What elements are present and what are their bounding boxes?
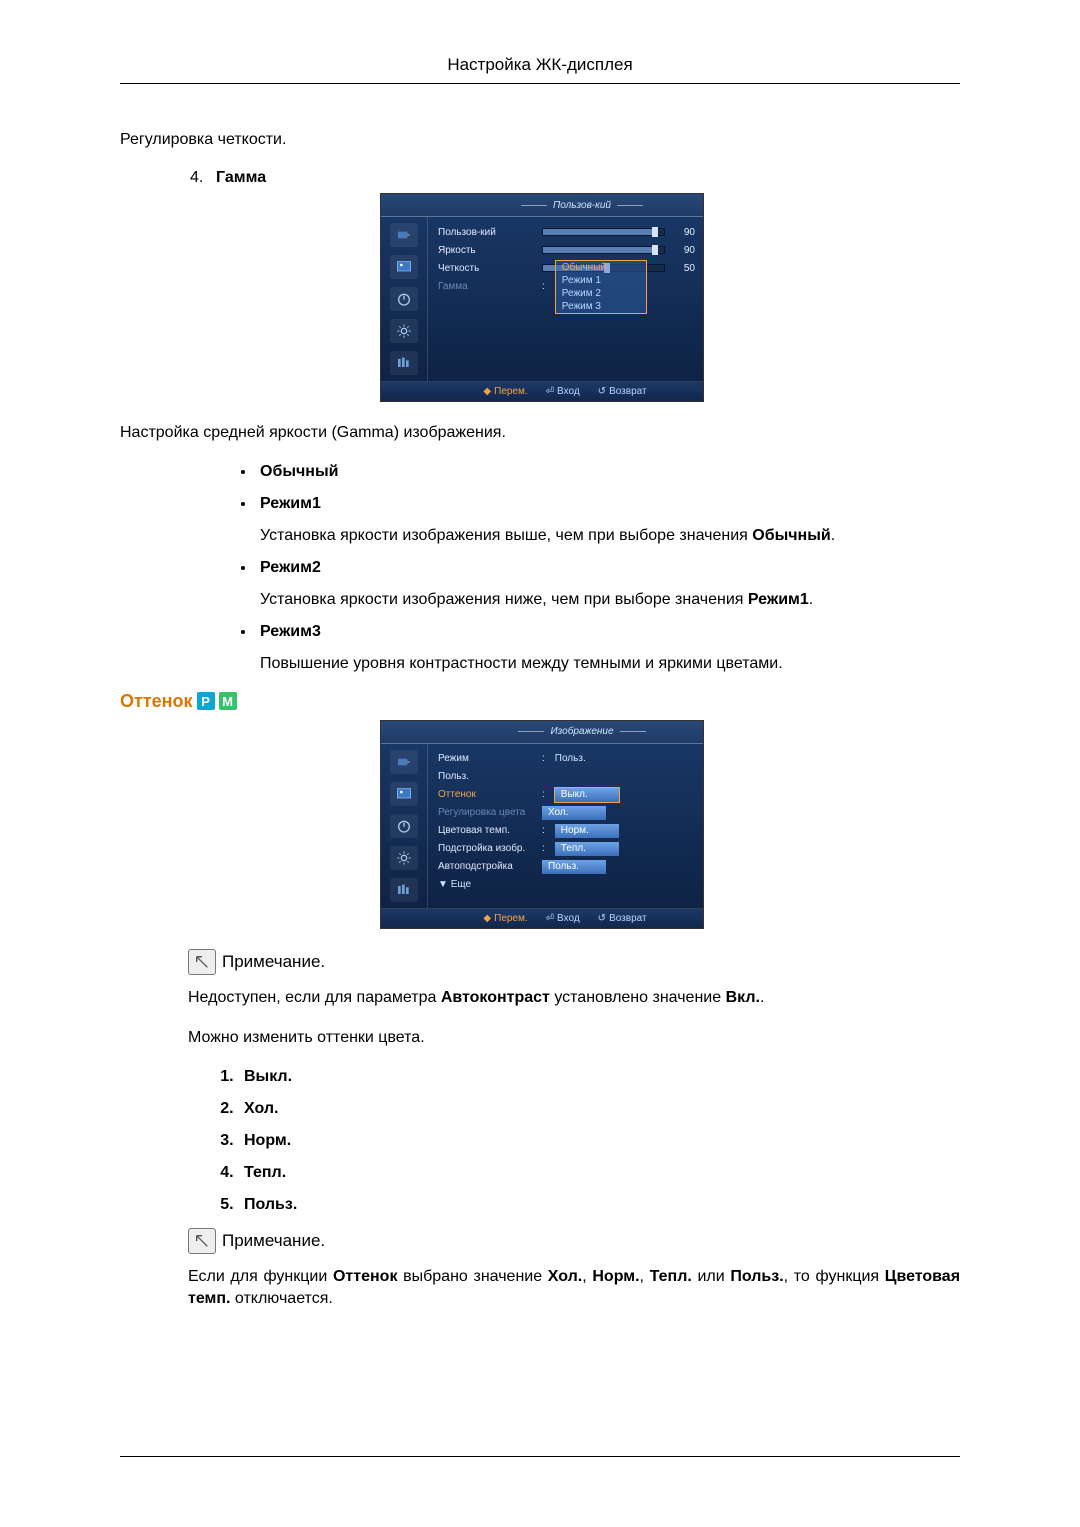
footer-return: ↺Возврат bbox=[598, 913, 647, 924]
list-item: Польз. bbox=[238, 1196, 960, 1214]
osd-row-gamma[interactable]: Гамма : Обычный Режим 1 Режим 2 Режим 3 bbox=[438, 277, 695, 295]
osd-row: Польз. bbox=[438, 768, 695, 786]
osd-label: Яркость bbox=[438, 245, 536, 256]
note-heading: Примечание. bbox=[188, 949, 960, 975]
osd-gamma-panel: Пользов-кий Пользов-кий 90 Яркость bbox=[380, 193, 704, 402]
osd-row: Регулировка цвета Хол. bbox=[438, 804, 695, 822]
footer-rule bbox=[120, 1456, 960, 1457]
item-4: 4. Гамма bbox=[190, 169, 960, 187]
source-list-icon bbox=[390, 351, 418, 375]
select-box[interactable]: Хол. bbox=[542, 806, 606, 820]
source-list-icon bbox=[390, 878, 418, 902]
select-box[interactable]: Тепл. bbox=[555, 842, 619, 856]
list-item: Выкл. bbox=[238, 1068, 960, 1086]
osd-label: Оттенок bbox=[438, 789, 536, 800]
osd-title: Изображение bbox=[501, 726, 663, 737]
note-heading-2: Примечание. bbox=[188, 1228, 960, 1254]
picture-icon bbox=[390, 255, 418, 279]
osd-footer: ◆Перем. ⏎Вход ↺Возврат bbox=[381, 381, 703, 401]
list-item: Режим2 Установка яркости изображения ниж… bbox=[256, 559, 960, 609]
osd-row: Автоподстройка Польз. bbox=[438, 858, 695, 876]
timer-icon bbox=[390, 814, 418, 838]
dropdown-option[interactable]: Режим 3 bbox=[556, 300, 646, 313]
osd-label: Автоподстройка bbox=[438, 861, 536, 872]
list-item: Норм. bbox=[238, 1132, 960, 1150]
tone-section-title: Оттенок P M bbox=[120, 691, 960, 712]
osd-label: Четкость bbox=[438, 263, 536, 274]
badge-m: M bbox=[219, 692, 237, 710]
slider[interactable] bbox=[542, 246, 665, 254]
osd-value: Польз. bbox=[555, 753, 586, 764]
osd-label: Режим bbox=[438, 753, 536, 764]
mode2-desc: Установка яркости изображения ниже, чем … bbox=[260, 591, 960, 609]
gamma-mode-list: Обычный Режим1 Установка яркости изображ… bbox=[120, 463, 960, 673]
list-item: Режим1 Установка яркости изображения выш… bbox=[256, 495, 960, 545]
osd-row-custom: Пользов-кий 90 bbox=[438, 223, 695, 241]
gamma-desc: Настройка средней яркости (Gamma) изобра… bbox=[120, 422, 960, 444]
osd-sidebar bbox=[381, 217, 428, 381]
slider-value: 90 bbox=[677, 245, 695, 256]
tone-selected[interactable]: Выкл. bbox=[555, 788, 619, 802]
timer-icon bbox=[390, 287, 418, 311]
slider[interactable] bbox=[542, 228, 665, 236]
slider-value: 50 bbox=[677, 263, 695, 274]
list-item: Тепл. bbox=[238, 1164, 960, 1182]
footer-return: ↺Возврат bbox=[598, 386, 647, 397]
osd-titlebar: Пользов-кий bbox=[381, 194, 703, 217]
badge-p: P bbox=[197, 692, 215, 710]
osd-label: Пользов-кий bbox=[438, 227, 536, 238]
note-text-2: Если для функции Оттенок выбрано значени… bbox=[188, 1266, 960, 1311]
osd-footer: ◆Перем. ⏎Вход ↺Возврат bbox=[381, 908, 703, 928]
osd-row: Режим : Польз. bbox=[438, 750, 695, 768]
osd-label: Цветовая темп. bbox=[438, 825, 536, 836]
osd-sidebar bbox=[381, 744, 428, 908]
dropdown-option[interactable]: Режим 2 bbox=[556, 287, 646, 300]
footer-enter: ⏎Вход bbox=[546, 386, 580, 397]
osd-more[interactable]: ▼ Еще bbox=[438, 876, 695, 894]
osd-row-tone[interactable]: Оттенок : Выкл. bbox=[438, 786, 695, 804]
list-item: Обычный bbox=[256, 463, 960, 481]
item-4-num: 4. bbox=[190, 169, 216, 187]
picture-icon bbox=[390, 782, 418, 806]
osd-label: Регулировка цвета bbox=[438, 807, 536, 818]
select-box[interactable]: Польз. bbox=[542, 860, 606, 874]
footer-move: ◆Перем. bbox=[483, 386, 527, 397]
osd-label: Польз. bbox=[438, 771, 536, 782]
osd-label: Гамма bbox=[438, 281, 536, 292]
mode3-desc: Повышение уровня контрастности между тем… bbox=[260, 655, 960, 673]
osd-titlebar: Изображение bbox=[381, 721, 703, 744]
note-text-1: Недоступен, если для параметра Автоконтр… bbox=[188, 987, 960, 1009]
dropdown-option[interactable]: Обычный bbox=[556, 261, 646, 274]
footer-enter: ⏎Вход bbox=[546, 913, 580, 924]
item-4-title: Гамма bbox=[216, 169, 266, 187]
settings-icon bbox=[390, 846, 418, 870]
slider-value: 90 bbox=[677, 227, 695, 238]
settings-icon bbox=[390, 319, 418, 343]
mode1-desc: Установка яркости изображения выше, чем … bbox=[260, 527, 960, 545]
page: Настройка ЖК-дисплея Регулировка четкост… bbox=[0, 0, 1080, 1527]
tone-change-text: Можно изменить оттенки цвета. bbox=[188, 1027, 960, 1049]
note-icon bbox=[188, 949, 216, 975]
osd-row: Подстройка изобр. : Тепл. bbox=[438, 840, 695, 858]
input-icon bbox=[390, 750, 418, 774]
list-item: Хол. bbox=[238, 1100, 960, 1118]
sharpness-desc: Регулировка четкости. bbox=[120, 129, 960, 151]
osd-tone-panel: Изображение Режим : Польз. Польз. bbox=[380, 720, 704, 929]
note-icon bbox=[188, 1228, 216, 1254]
osd-row: Цветовая темп. : Норм. bbox=[438, 822, 695, 840]
osd-label: Подстройка изобр. bbox=[438, 843, 536, 854]
page-header: Настройка ЖК-дисплея bbox=[120, 55, 960, 84]
gamma-dropdown[interactable]: Обычный Режим 1 Режим 2 Режим 3 bbox=[555, 260, 647, 314]
tone-list: Выкл. Хол. Норм. Тепл. Польз. bbox=[120, 1068, 960, 1214]
input-icon bbox=[390, 223, 418, 247]
osd-title: Пользов-кий bbox=[501, 200, 663, 211]
list-item: Режим3 Повышение уровня контрастности ме… bbox=[256, 623, 960, 673]
footer-move: ◆Перем. bbox=[483, 913, 527, 924]
select-box[interactable]: Норм. bbox=[555, 824, 619, 838]
dropdown-option[interactable]: Режим 1 bbox=[556, 274, 646, 287]
osd-row-brightness: Яркость 90 bbox=[438, 241, 695, 259]
